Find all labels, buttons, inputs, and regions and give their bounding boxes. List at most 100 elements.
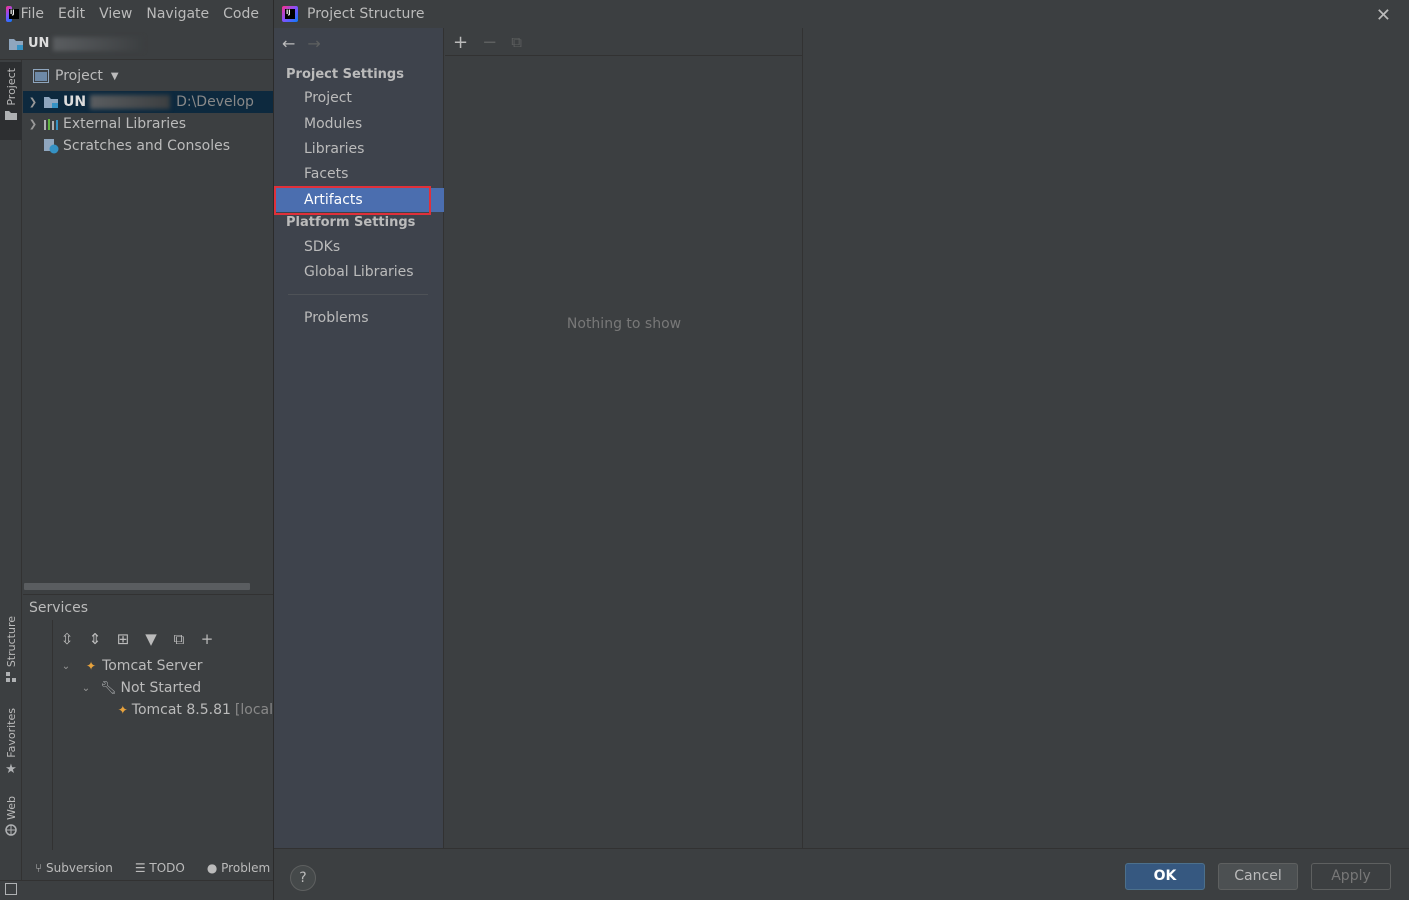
chevron-down-icon[interactable]: ⌄ (80, 683, 92, 694)
nav-item-project[interactable]: Project (274, 86, 444, 110)
menu-view[interactable]: View (99, 6, 132, 22)
add-service-icon[interactable]: + (198, 630, 216, 648)
warning-icon: ● (206, 861, 222, 875)
close-icon[interactable]: ✕ (1376, 5, 1391, 26)
tomcat-icon: ✦ (86, 659, 97, 673)
forward-arrow-icon[interactable]: → (307, 34, 320, 53)
redacted-text (90, 95, 171, 109)
tool-tab-web[interactable]: Web (0, 796, 22, 848)
tree-item-label: External Libraries (63, 116, 186, 132)
nav-item-global-libraries[interactable]: Global Libraries (274, 260, 444, 284)
module-folder-icon (44, 97, 58, 108)
dialog-title: Project Structure (307, 6, 425, 22)
tree-item-scratches[interactable]: Scratches and Consoles (23, 135, 273, 157)
collapse-all-icon[interactable]: ⇕ (86, 630, 104, 648)
nav-item-modules[interactable]: Modules (274, 112, 444, 136)
chevron-right-icon[interactable]: ❯ (27, 119, 39, 130)
tool-tab-structure[interactable]: Structure (0, 616, 22, 692)
empty-state-text: Nothing to show (566, 316, 682, 332)
horizontal-scrollbar[interactable] (24, 583, 250, 590)
service-item-tomcat-server[interactable]: ⌄ ✦ Tomcat Server (58, 655, 273, 677)
new-tab-icon[interactable]: ⧉ (170, 630, 188, 648)
left-tool-stripe: Project Structure Favorites ★ Web (0, 60, 22, 880)
project-view-icon (33, 69, 49, 83)
service-item-label: Tomcat Server (102, 658, 203, 674)
branch-icon: ⑂ (35, 861, 47, 875)
group-by-icon[interactable]: ⊞ (114, 630, 132, 648)
project-root-label: UN (63, 94, 87, 110)
bottom-tool-tabs: ⑂ Subversion ☰ TODO ● Problem (23, 855, 273, 881)
copy-icon[interactable]: ⧉ (511, 33, 522, 51)
status-bar (0, 880, 273, 900)
project-view-title[interactable]: Project (55, 68, 103, 84)
wrench-icon: 🔧︎ (100, 680, 117, 696)
chevron-down-icon[interactable]: ▼ (111, 71, 119, 82)
dialog-titlebar: IJ Project Structure (274, 0, 1409, 28)
intellij-logo-icon: IJ (6, 6, 19, 22)
tree-item-external-libraries[interactable]: ❯ External Libraries (23, 113, 273, 135)
nav-item-sdks[interactable]: SDKs (274, 235, 444, 259)
project-root-path: D:\Develop (176, 94, 254, 110)
divider (288, 294, 428, 295)
chevron-down-icon[interactable]: ⌄ (60, 661, 72, 672)
chevron-right-icon[interactable]: ❯ (27, 97, 39, 108)
tool-tab-subversion[interactable]: ⑂ Subversion (35, 861, 113, 875)
cancel-button[interactable]: Cancel (1218, 863, 1298, 890)
menu-file[interactable]: File (21, 6, 44, 22)
window-icon[interactable] (5, 883, 17, 895)
menu-code[interactable]: Code (223, 6, 259, 22)
folder-icon (5, 110, 17, 120)
ide-menubar: IJ File Edit View Navigate Code (0, 0, 273, 28)
apply-button[interactable]: Apply (1311, 863, 1391, 890)
tool-tab-label: Project (4, 68, 18, 106)
tree-item-project-root[interactable]: ❯ UN D:\Develop (23, 91, 273, 113)
tool-tab-label: Structure (4, 616, 18, 668)
expand-all-icon[interactable]: ⇳ (58, 630, 76, 648)
remove-icon[interactable]: − (482, 32, 497, 53)
service-item-tomcat-instance[interactable]: ✦ Tomcat 8.5.81 [local (58, 699, 273, 721)
folder-icon (9, 38, 23, 50)
project-structure-dialog: IJ Project Structure ✕ ← → Project Setti… (273, 0, 1409, 900)
globe-icon (5, 824, 17, 836)
redacted-text (53, 36, 144, 51)
tool-tab-favorites[interactable]: Favorites ★ (0, 708, 22, 784)
tool-tab-todo[interactable]: ☰ TODO (135, 861, 185, 875)
service-item-not-started[interactable]: ⌄ 🔧︎ Not Started (58, 677, 273, 699)
menu-edit[interactable]: Edit (58, 6, 85, 22)
artifacts-toolbar: + − ⧉ (453, 32, 522, 53)
highlight-box (274, 186, 431, 215)
structure-icon (6, 672, 16, 683)
services-title: Services (29, 600, 89, 616)
service-item-suffix: [local (234, 702, 273, 718)
project-tool-window-header: Project ▼ (23, 61, 273, 91)
menu-navigate[interactable]: Navigate (146, 6, 209, 22)
project-breadcrumb[interactable]: UN (28, 36, 49, 51)
settings-navigation: ← → Project Settings Project Modules Lib… (274, 28, 444, 848)
nav-item-facets[interactable]: Facets (274, 162, 444, 186)
intellij-logo-icon: IJ (282, 6, 298, 22)
tomcat-icon: ✦ (117, 703, 128, 717)
filter-icon[interactable]: ▼ (142, 630, 160, 648)
divider (23, 594, 273, 595)
nav-item-problems[interactable]: Problems (274, 306, 444, 330)
services-toolbar: ⇳ ⇕ ⊞ ▼ ⧉ + (58, 628, 216, 650)
ok-button[interactable]: OK (1125, 863, 1205, 890)
tool-tab-problems[interactable]: ● Problem (207, 861, 270, 875)
tool-tab-project[interactable]: Project (0, 62, 22, 140)
project-tree: ❯ UN D:\Develop ❯ External Libraries Scr… (23, 91, 273, 581)
add-icon[interactable]: + (453, 32, 468, 53)
nav-arrows: ← → (282, 34, 321, 53)
section-project-settings: Project Settings (286, 67, 404, 82)
tool-tab-label: Favorites (4, 708, 18, 758)
divider (52, 620, 53, 850)
artifact-details-pane (804, 28, 1409, 848)
libraries-icon (44, 118, 58, 130)
back-arrow-icon[interactable]: ← (282, 34, 295, 53)
dialog-footer: ? OK Cancel Apply (274, 848, 1409, 900)
services-tree: ⌄ ✦ Tomcat Server ⌄ 🔧︎ Not Started ✦ Tom… (58, 655, 273, 721)
artifacts-list-pane: + − ⧉ Nothing to show (445, 28, 803, 848)
ide-navbar: UN (0, 28, 273, 60)
nav-item-libraries[interactable]: Libraries (274, 137, 444, 161)
scratches-icon (44, 139, 59, 154)
help-button[interactable]: ? (290, 865, 316, 891)
